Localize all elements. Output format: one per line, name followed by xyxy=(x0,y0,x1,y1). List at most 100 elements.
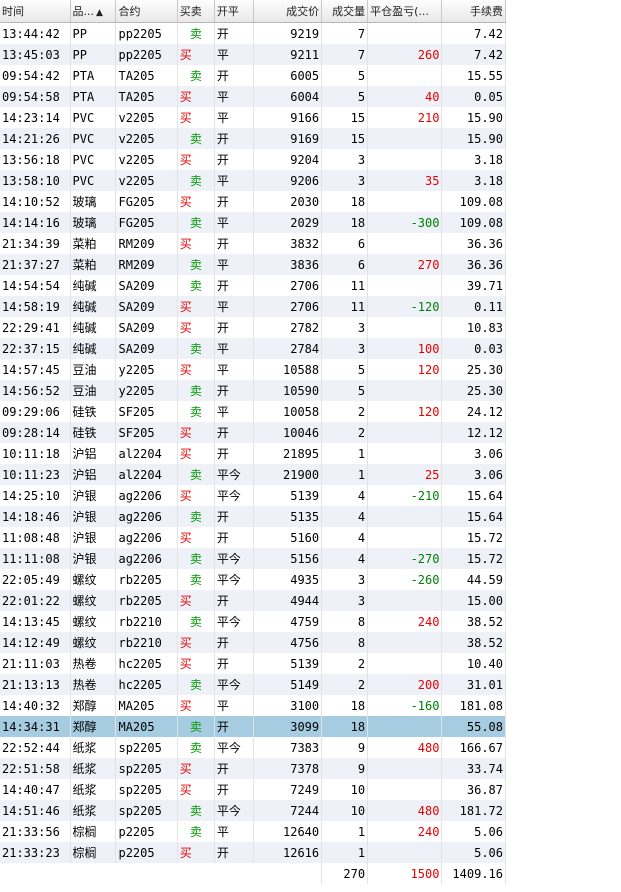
table-row[interactable]: 21:13:13 热卷 hc2205 卖平今 5149 2 200 31.01 xyxy=(0,674,506,695)
cell-price: 10588 xyxy=(253,359,323,380)
table-row[interactable]: 14:13:45 螺纹 rb2210 卖平今 4759 8 240 38.52 xyxy=(0,611,506,632)
cell-open-close: 平 xyxy=(214,86,255,107)
cell-time: 14:25:10 xyxy=(0,485,71,506)
table-row[interactable]: 14:23:14 PVC v2205 买平 9166 15 210 15.90 xyxy=(0,107,506,128)
col-header-volume[interactable]: 成交量 xyxy=(321,0,369,23)
table-row[interactable]: 14:18:46 沪银 ag2206 卖开 5135 4 15.64 xyxy=(0,506,506,527)
col-header-time[interactable]: 时间 xyxy=(0,0,71,23)
table-row[interactable]: 21:33:23 棕榈 p2205 买开 12616 1 5.06 xyxy=(0,842,506,863)
cell-price: 12640 xyxy=(253,821,323,842)
cell-time: 21:33:56 xyxy=(0,821,71,842)
cell-pnl: -160 xyxy=(367,695,443,716)
table-row[interactable]: 14:34:31 郑醇 MA205 卖开 3099 18 55.08 xyxy=(0,716,506,737)
table-row[interactable]: 09:54:42 PTA TA205 卖开 6005 5 15.55 xyxy=(0,65,506,86)
cell-time: 10:11:18 xyxy=(0,443,71,464)
table-row[interactable]: 14:12:49 螺纹 rb2210 买开 4756 8 38.52 xyxy=(0,632,506,653)
cell-open-close: 平今 xyxy=(214,548,255,569)
cell-volume: 4 xyxy=(321,527,369,548)
cell-price: 5139 xyxy=(253,653,323,674)
cell-product: 纸浆 xyxy=(70,737,117,758)
col-header-open-close[interactable]: 开平 xyxy=(214,0,255,23)
table-row[interactable]: 10:11:23 沪铝 al2204 卖平今 21900 1 25 3.06 xyxy=(0,464,506,485)
table-row[interactable]: 11:08:48 沪银 ag2206 买开 5160 4 15.72 xyxy=(0,527,506,548)
table-row[interactable]: 14:21:26 PVC v2205 卖开 9169 15 15.90 xyxy=(0,128,506,149)
table-row[interactable]: 14:56:52 豆油 y2205 卖开 10590 5 25.30 xyxy=(0,380,506,401)
cell-time: 13:44:42 xyxy=(0,22,71,44)
cell-price: 3832 xyxy=(253,233,323,254)
cell-time: 14:12:49 xyxy=(0,632,71,653)
col-header-product-label: 品... xyxy=(72,5,95,18)
col-header-contract-label: 合约 xyxy=(118,5,141,18)
table-row[interactable]: 21:37:27 菜粕 RM209 卖平 3836 6 270 36.36 xyxy=(0,254,506,275)
col-header-fee-label: 手续费 xyxy=(470,5,503,18)
cell-volume: 3 xyxy=(321,338,369,359)
table-row[interactable]: 21:34:39 菜粕 RM209 买开 3832 6 36.36 xyxy=(0,233,506,254)
cell-product: 硅铁 xyxy=(70,401,117,422)
table-row[interactable]: 14:10:52 玻璃 FG205 买开 2030 18 109.08 xyxy=(0,191,506,212)
col-header-pnl[interactable]: 平仓盈亏(... xyxy=(367,0,443,23)
cell-buy-sell: 卖 xyxy=(177,674,215,695)
table-row[interactable]: 14:25:10 沪银 ag2206 买平今 5139 4 -210 15.64 xyxy=(0,485,506,506)
table-row[interactable]: 14:58:19 纯碱 SA209 买平 2706 11 -120 0.11 xyxy=(0,296,506,317)
cell-product: PTA xyxy=(70,86,117,107)
cell-time: 09:54:42 xyxy=(0,65,71,86)
table-row[interactable]: 21:33:56 棕榈 p2205 卖平 12640 1 240 5.06 xyxy=(0,821,506,842)
table-row[interactable]: 14:57:45 豆油 y2205 买平 10588 5 120 25.30 xyxy=(0,359,506,380)
cell-pnl: 240 xyxy=(367,821,443,842)
col-header-contract[interactable]: 合约 xyxy=(115,0,178,23)
cell-open-close: 平今 xyxy=(214,611,255,632)
table-row[interactable]: 14:54:54 纯碱 SA209 卖开 2706 11 39.71 xyxy=(0,275,506,296)
cell-price: 4935 xyxy=(253,569,323,590)
col-header-product[interactable]: 品... ▲ xyxy=(70,0,117,23)
table-row[interactable]: 22:37:15 纯碱 SA209 卖平 2784 3 100 0.03 xyxy=(0,338,506,359)
col-header-price[interactable]: 成交价 xyxy=(253,0,323,23)
table-row[interactable]: 22:29:41 纯碱 SA209 买开 2782 3 10.83 xyxy=(0,317,506,338)
cell-price: 4759 xyxy=(253,611,323,632)
cell-contract: rb2205 xyxy=(115,590,178,611)
table-row[interactable]: 10:11:18 沪铝 al2204 买开 21895 1 3.06 xyxy=(0,443,506,464)
cell-product: 纯碱 xyxy=(70,317,117,338)
empty-grid-area xyxy=(506,0,621,892)
table-row[interactable]: 11:11:08 沪银 ag2206 卖平今 5156 4 -270 15.72 xyxy=(0,548,506,569)
col-header-buy-sell[interactable]: 买卖 xyxy=(177,0,215,23)
table-row[interactable]: 22:52:44 纸浆 sp2205 卖平今 7383 9 480 166.67 xyxy=(0,737,506,758)
table-row[interactable]: 09:29:06 硅铁 SF205 卖平 10058 2 120 24.12 xyxy=(0,401,506,422)
cell-time: 14:40:47 xyxy=(0,779,71,800)
table-row[interactable]: 09:28:14 硅铁 SF205 买开 10046 2 12.12 xyxy=(0,422,506,443)
cell-volume: 7 xyxy=(321,44,369,65)
table-row[interactable]: 14:40:47 纸浆 sp2205 买开 7249 10 36.87 xyxy=(0,779,506,800)
cell-fee: 109.08 xyxy=(441,191,506,212)
table-row[interactable]: 13:58:10 PVC v2205 卖平 9206 3 35 3.18 xyxy=(0,170,506,191)
cell-time: 22:51:58 xyxy=(0,758,71,779)
cell-contract: rb2210 xyxy=(115,611,178,632)
cell-time: 14:57:45 xyxy=(0,359,71,380)
table-row[interactable]: 22:51:58 纸浆 sp2205 买开 7378 9 33.74 xyxy=(0,758,506,779)
cell-time: 14:14:16 xyxy=(0,212,71,233)
table-row[interactable]: 22:05:49 螺纹 rb2205 卖平今 4935 3 -260 44.59 xyxy=(0,569,506,590)
cell-product: 螺纹 xyxy=(70,590,117,611)
table-row[interactable]: 14:14:16 玻璃 FG205 卖平 2029 18 -300 109.08 xyxy=(0,212,506,233)
table-row[interactable]: 14:51:46 纸浆 sp2205 卖平今 7244 10 480 181.72 xyxy=(0,800,506,821)
cell-volume: 3 xyxy=(321,170,369,191)
cell-fee: 15.00 xyxy=(441,590,506,611)
cell-contract: TA205 xyxy=(115,65,178,86)
table-row[interactable]: 21:11:03 热卷 hc2205 买开 5139 2 10.40 xyxy=(0,653,506,674)
table-row[interactable]: 13:56:18 PVC v2205 买开 9204 3 3.18 xyxy=(0,149,506,170)
table-row[interactable]: 13:45:03 PP pp2205 买平 9211 7 260 7.42 xyxy=(0,44,506,65)
cell-fee: 0.05 xyxy=(441,86,506,107)
table-row[interactable]: 22:01:22 螺纹 rb2205 买开 4944 3 15.00 xyxy=(0,590,506,611)
cell-pnl xyxy=(367,590,443,611)
cell-time: 13:58:10 xyxy=(0,170,71,191)
cell-contract: sp2205 xyxy=(115,737,178,758)
table-row[interactable]: 14:40:32 郑醇 MA205 买平 3100 18 -160 181.08 xyxy=(0,695,506,716)
cell-price: 3836 xyxy=(253,254,323,275)
table-row[interactable]: 09:54:58 PTA TA205 买平 6004 5 40 0.05 xyxy=(0,86,506,107)
cell-open-close: 开 xyxy=(214,380,255,401)
cell-open-close: 平 xyxy=(214,821,255,842)
cell-price: 5156 xyxy=(253,548,323,569)
cell-fee: 36.36 xyxy=(441,254,506,275)
cell-contract: SA209 xyxy=(115,275,178,296)
table-row[interactable]: 13:44:42 PP pp2205 卖开 9219 7 7.42 xyxy=(0,22,506,44)
col-header-fee[interactable]: 手续费 xyxy=(441,0,506,23)
cell-pnl xyxy=(367,653,443,674)
